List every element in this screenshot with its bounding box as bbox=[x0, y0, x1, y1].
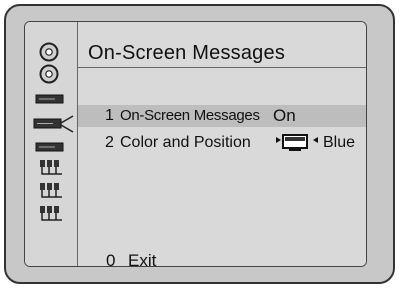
menu-item-value: Blue bbox=[323, 134, 356, 151]
connector-icon[interactable] bbox=[38, 182, 64, 200]
disc-icon[interactable] bbox=[39, 64, 59, 84]
menu-item-label: Color and Position bbox=[120, 134, 251, 151]
connector-icon[interactable] bbox=[38, 159, 64, 177]
menu-item-label: On-Screen Messages bbox=[120, 107, 260, 124]
menu-item-on-screen-messages[interactable]: 1 On-Screen Messages On bbox=[78, 105, 366, 127]
menu-item-value: On bbox=[273, 106, 296, 125]
disc-icon[interactable] bbox=[39, 42, 59, 62]
menu-icon-strip bbox=[25, 22, 77, 266]
menu-title: On-Screen Messages bbox=[88, 42, 286, 64]
tv-frame: On-Screen Messages 1 On-Screen Messages … bbox=[4, 4, 395, 284]
screen-position-icon bbox=[276, 134, 318, 151]
osd-screen: On-Screen Messages 1 On-Screen Messages … bbox=[24, 21, 367, 267]
menu-item-number: 2 bbox=[105, 134, 114, 151]
menu-item-number: 1 bbox=[105, 107, 114, 124]
vcr-icon-selected[interactable] bbox=[33, 115, 75, 133]
connector-icon[interactable] bbox=[38, 205, 64, 223]
exit-number: 0 bbox=[106, 251, 116, 267]
vcr-icon[interactable] bbox=[35, 93, 65, 105]
exit-button[interactable]: Exit bbox=[128, 251, 156, 266]
menu-panel: On-Screen Messages 1 On-Screen Messages … bbox=[78, 22, 366, 266]
menu-title-bar: On-Screen Messages bbox=[78, 22, 366, 68]
vcr-icon[interactable] bbox=[35, 141, 65, 153]
menu-item-color-and-position[interactable]: 2 Color and Position Blue bbox=[78, 132, 366, 154]
